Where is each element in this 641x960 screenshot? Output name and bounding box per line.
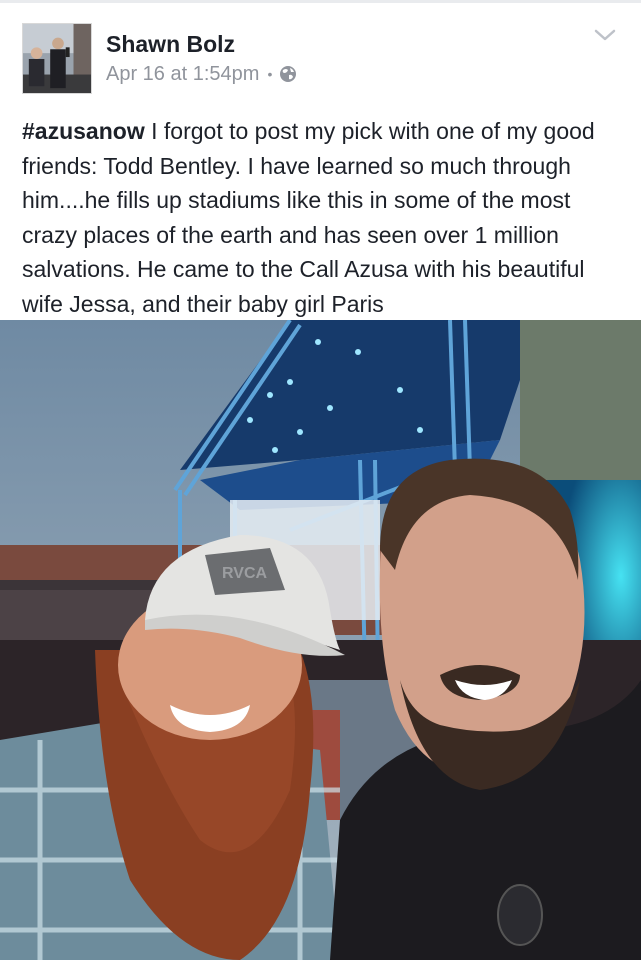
post-text: #azusanow I forgot to post my pick with …: [22, 114, 622, 321]
post-meta: Apr 16 at 1:54pm •: [106, 61, 297, 87]
hat-logo: RVCA: [222, 565, 267, 582]
timestamp[interactable]: Apr 16 at 1:54pm: [106, 63, 259, 86]
avatar[interactable]: [22, 23, 92, 94]
post-card: Shawn Bolz Apr 16 at 1:54pm • #azusanow …: [0, 0, 641, 960]
author-name[interactable]: Shawn Bolz: [106, 30, 235, 58]
top-divider: [0, 0, 641, 3]
post-photo[interactable]: RVCA: [0, 320, 641, 960]
meta-separator: •: [267, 66, 273, 82]
globe-icon[interactable]: [279, 65, 297, 83]
chevron-down-icon[interactable]: [592, 26, 618, 44]
post-body: I forgot to post my pick with one of my …: [22, 118, 595, 317]
hashtag-link[interactable]: #azusanow: [22, 118, 145, 144]
